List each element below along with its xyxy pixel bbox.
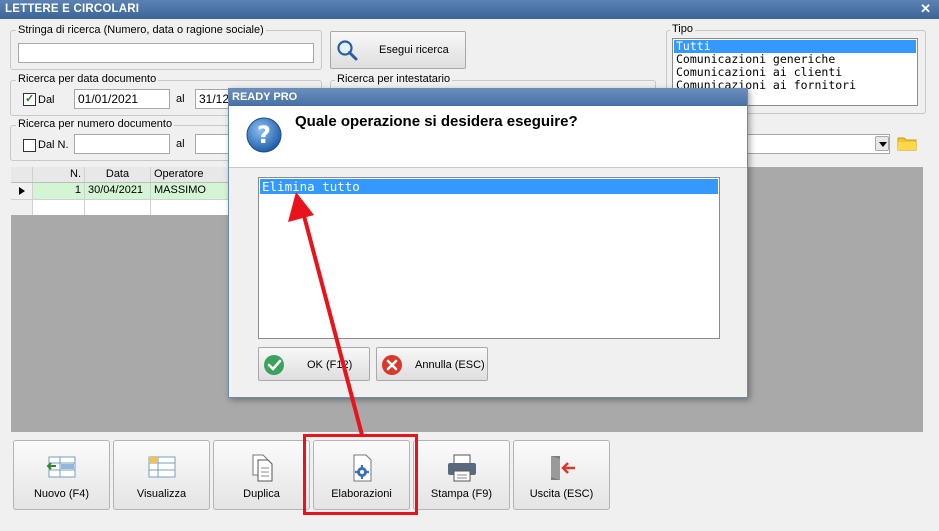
annotation-arrow: [288, 192, 364, 436]
